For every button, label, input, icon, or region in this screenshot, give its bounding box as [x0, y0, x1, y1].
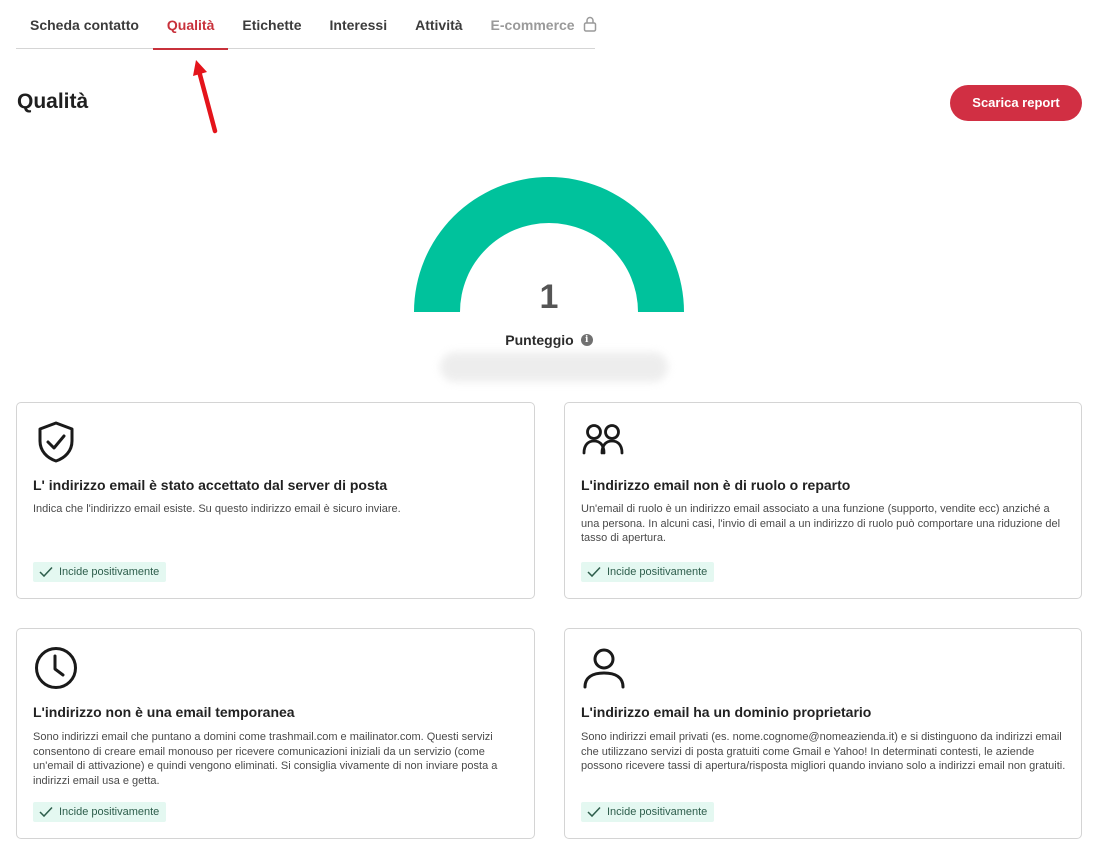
card-description: Un'email di ruolo è un indirizzo email a…	[581, 503, 1061, 544]
lock-icon	[583, 16, 596, 32]
card-description: Sono indirizzi email privati (es. nome.c…	[581, 731, 1066, 772]
blurred-email	[440, 352, 668, 382]
positive-impact-badge: Incide positivamente	[581, 562, 715, 582]
tab-interessi[interactable]: Interessi	[316, 0, 402, 49]
card-description: Indica che l'indirizzo email esiste. Su …	[33, 503, 401, 515]
badge-label: Incide positivamente	[607, 566, 708, 578]
positive-impact-badge: Incide positivamente	[33, 802, 167, 822]
positive-impact-badge: Incide positivamente	[33, 562, 167, 582]
card-title: L'indirizzo email non è di ruolo o repar…	[581, 477, 851, 493]
score-value: 1	[539, 278, 559, 316]
tab-attivita[interactable]: Attività	[401, 0, 476, 49]
tab-bar: Scheda contatto Qualità Etichette Intere…	[16, 0, 596, 50]
tab-scheda-contatto[interactable]: Scheda contatto	[16, 0, 153, 49]
shield-check-icon	[38, 421, 74, 463]
card-title: L'indirizzo non è una email temporanea	[33, 704, 295, 720]
card-title: L' indirizzo email è stato accettato dal…	[33, 477, 388, 493]
user-icon	[583, 648, 625, 689]
card-title: L'indirizzo email ha un dominio propriet…	[581, 704, 872, 720]
score-label-row: Punteggio i	[414, 332, 684, 348]
tab-ecommerce[interactable]: E-commerce	[477, 0, 611, 49]
clock-icon	[35, 647, 77, 689]
tab-ecommerce-label: E-commerce	[490, 17, 575, 33]
badge-label: Incide positivamente	[59, 566, 160, 578]
quality-card-temporary: L'indirizzo non è una email temporanea S…	[16, 628, 535, 839]
check-icon	[587, 806, 601, 818]
info-icon[interactable]: i	[580, 334, 593, 346]
download-report-button[interactable]: Scarica report	[950, 85, 1082, 121]
quality-card-accepted: L' indirizzo email è stato accettato dal…	[16, 402, 535, 599]
check-icon	[587, 566, 601, 578]
card-description: Sono indirizzi email che puntano a domin…	[33, 731, 498, 787]
page: Scheda contatto Qualità Etichette Intere…	[0, 0, 1093, 847]
quality-card-domain: L'indirizzo email ha un dominio propriet…	[564, 628, 1082, 839]
tab-qualita[interactable]: Qualità	[152, 0, 229, 50]
check-icon	[39, 566, 53, 578]
score-label: Punteggio	[505, 332, 574, 348]
tab-etichette[interactable]: Etichette	[228, 0, 315, 49]
page-title: Qualità	[17, 90, 89, 113]
quality-card-role: L'indirizzo email non è di ruolo o repar…	[564, 402, 1082, 599]
positive-impact-badge: Incide positivamente	[581, 802, 715, 822]
badge-label: Incide positivamente	[607, 806, 708, 818]
annotation-arrow-icon	[193, 60, 218, 134]
badge-label: Incide positivamente	[59, 806, 160, 818]
check-icon	[39, 806, 53, 818]
users-icon	[582, 424, 624, 455]
